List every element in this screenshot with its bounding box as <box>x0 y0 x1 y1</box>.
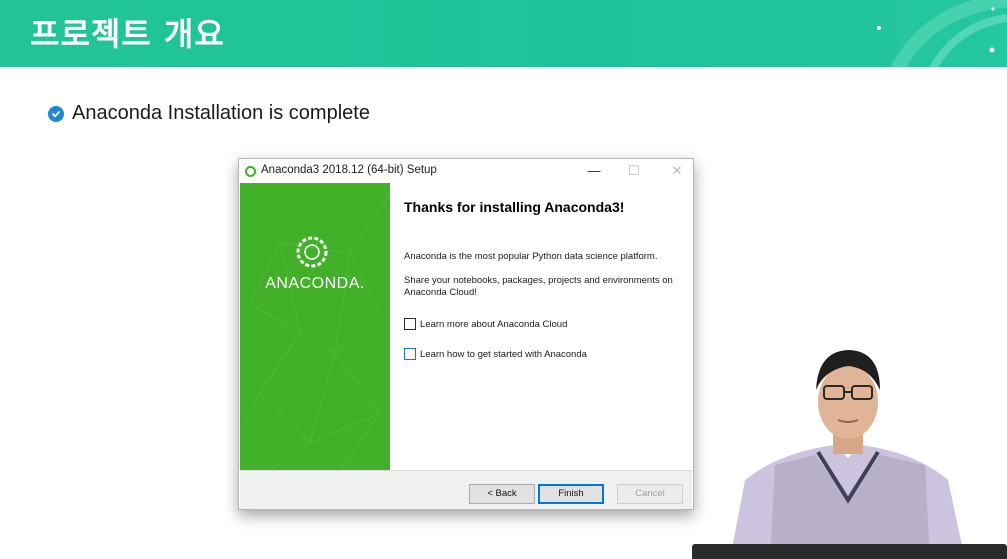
anaconda-wordmark: ANACONDA. <box>265 275 365 292</box>
window-title: Anaconda3 2018.12 (64-bit) Setup <box>261 164 437 176</box>
banner-decoration <box>877 0 1007 67</box>
get-started-checkbox[interactable]: Learn how to get started with Anaconda <box>404 348 587 360</box>
back-button[interactable]: < Back <box>469 484 535 504</box>
desk <box>692 544 1007 559</box>
section-bullet: Anaconda Installation is complete <box>48 102 370 125</box>
brand-pattern <box>240 192 390 470</box>
anaconda-logo-icon <box>296 236 328 268</box>
checkbox-box[interactable] <box>404 348 416 360</box>
header-banner: 프로젝트 개요 <box>0 0 1007 67</box>
setup-window: Anaconda3 2018.12 (64-bit) Setup — ☐ ✕ A… <box>238 158 694 510</box>
install-complete-heading: Thanks for installing Anaconda3! <box>404 199 625 215</box>
brand-panel: ANACONDA. <box>240 183 390 470</box>
anaconda-ring-icon <box>245 166 256 177</box>
description-line-1: Anaconda is the most popular Python data… <box>404 251 658 262</box>
page-title: 프로젝트 개요 <box>30 15 225 53</box>
checkbox-box[interactable] <box>404 318 416 330</box>
description-line-2: Share your notebooks, packages, projects… <box>404 275 673 298</box>
window-titlebar[interactable]: Anaconda3 2018.12 (64-bit) Setup — ☐ ✕ <box>239 159 693 183</box>
button-bar: < Back Finish Cancel <box>240 470 692 509</box>
checkbox-label[interactable]: Learn more about Anaconda Cloud <box>420 319 567 330</box>
bullet-text: Anaconda Installation is complete <box>72 102 370 124</box>
finish-button[interactable]: Finish <box>538 484 604 504</box>
cancel-button[interactable]: Cancel <box>617 484 683 504</box>
close-button[interactable]: ✕ <box>667 161 687 181</box>
maximize-button[interactable]: ☐ <box>624 161 644 181</box>
learn-cloud-checkbox[interactable]: Learn more about Anaconda Cloud <box>404 318 567 330</box>
checkbox-label[interactable]: Learn how to get started with Anaconda <box>420 349 587 360</box>
minimize-button[interactable]: — <box>584 161 604 181</box>
presenter-figure <box>730 350 965 559</box>
check-circle-icon <box>48 105 64 122</box>
